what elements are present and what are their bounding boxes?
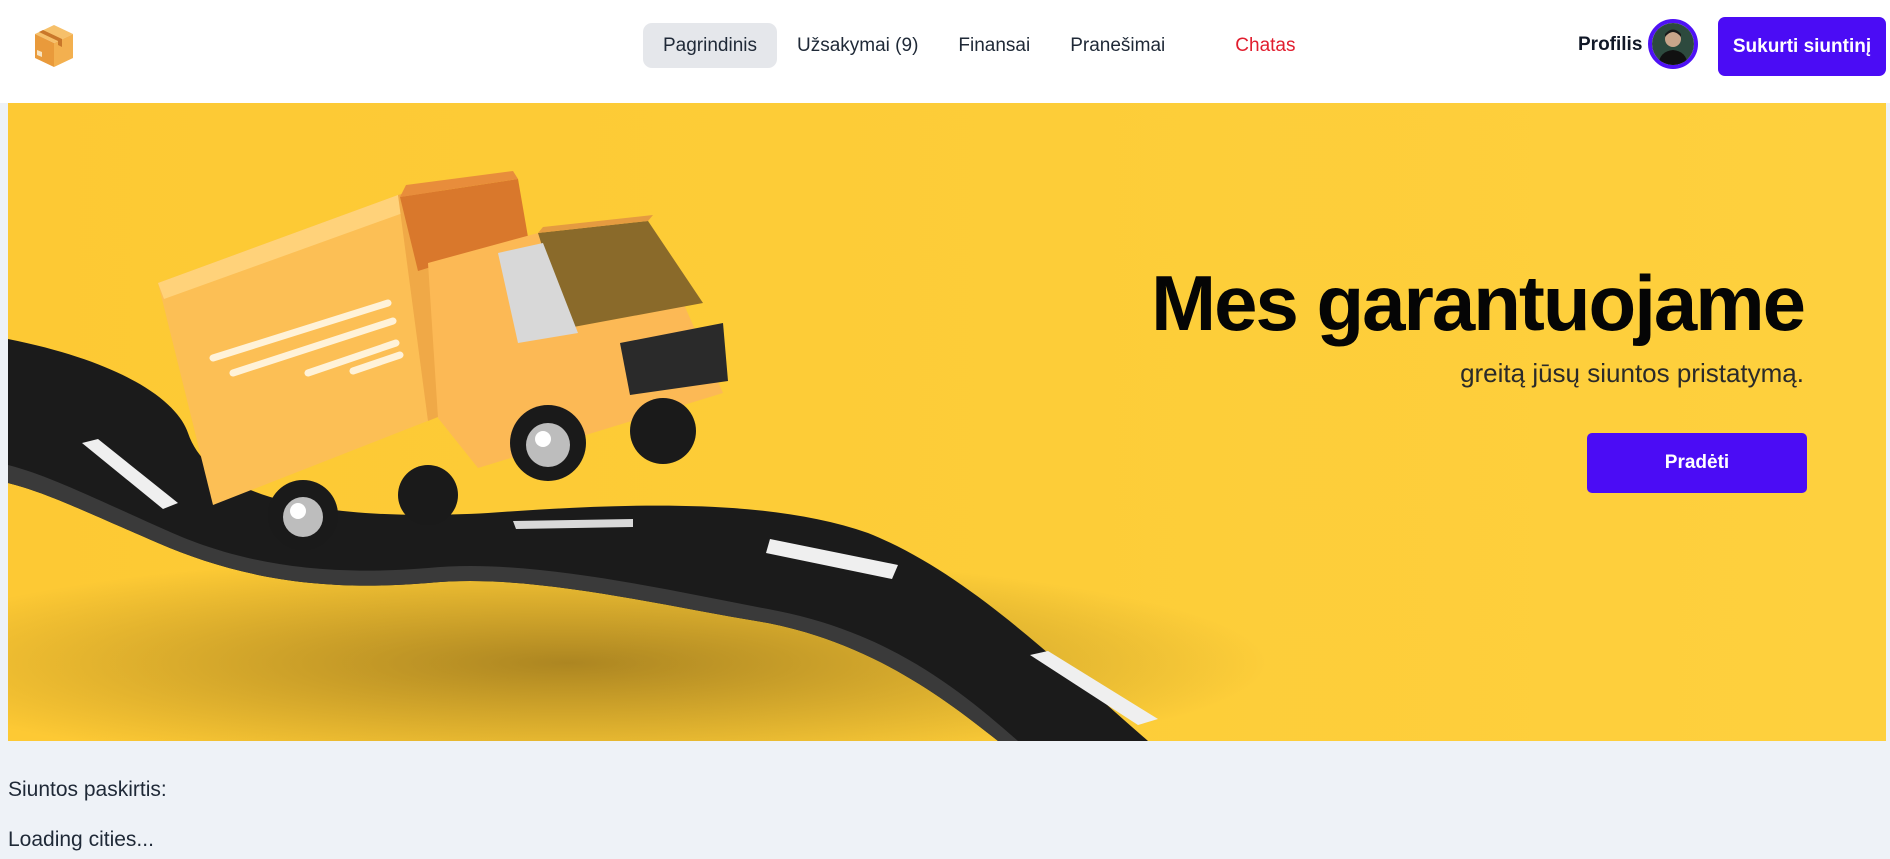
nav-item-finance[interactable]: Finansai xyxy=(938,23,1050,68)
destination-label: Siuntos paskirtis: xyxy=(8,778,167,801)
hero-banner: Mes garantuojame greitą jūsų siuntos pri… xyxy=(8,103,1886,741)
start-button[interactable]: Pradėti xyxy=(1587,433,1807,493)
nav-item-home[interactable]: Pagrindinis xyxy=(643,23,777,68)
user-avatar-icon xyxy=(1652,23,1694,65)
main-nav: Pagrindinis Užsakymai (9) Finansai Prane… xyxy=(643,23,1315,68)
top-navbar: Pagrindinis Užsakymai (9) Finansai Prane… xyxy=(0,0,1890,103)
loading-cities-text: Loading cities... xyxy=(8,828,154,851)
nav-item-orders[interactable]: Užsakymai (9) xyxy=(777,23,938,68)
hero-subtitle: greitą jūsų siuntos pristatymą. xyxy=(1460,358,1804,388)
delivery-truck-on-road-illustration xyxy=(8,171,1268,741)
hero-title: Mes garantuojame xyxy=(1151,259,1806,347)
create-shipment-button[interactable]: Sukurti siuntinį xyxy=(1718,17,1886,76)
nav-item-notifications[interactable]: Pranešimai xyxy=(1050,23,1185,68)
profile-link[interactable]: Profilis xyxy=(1578,34,1642,56)
nav-item-chat[interactable]: Chatas xyxy=(1215,23,1315,68)
package-box-icon[interactable] xyxy=(32,22,76,70)
avatar[interactable] xyxy=(1648,19,1698,69)
